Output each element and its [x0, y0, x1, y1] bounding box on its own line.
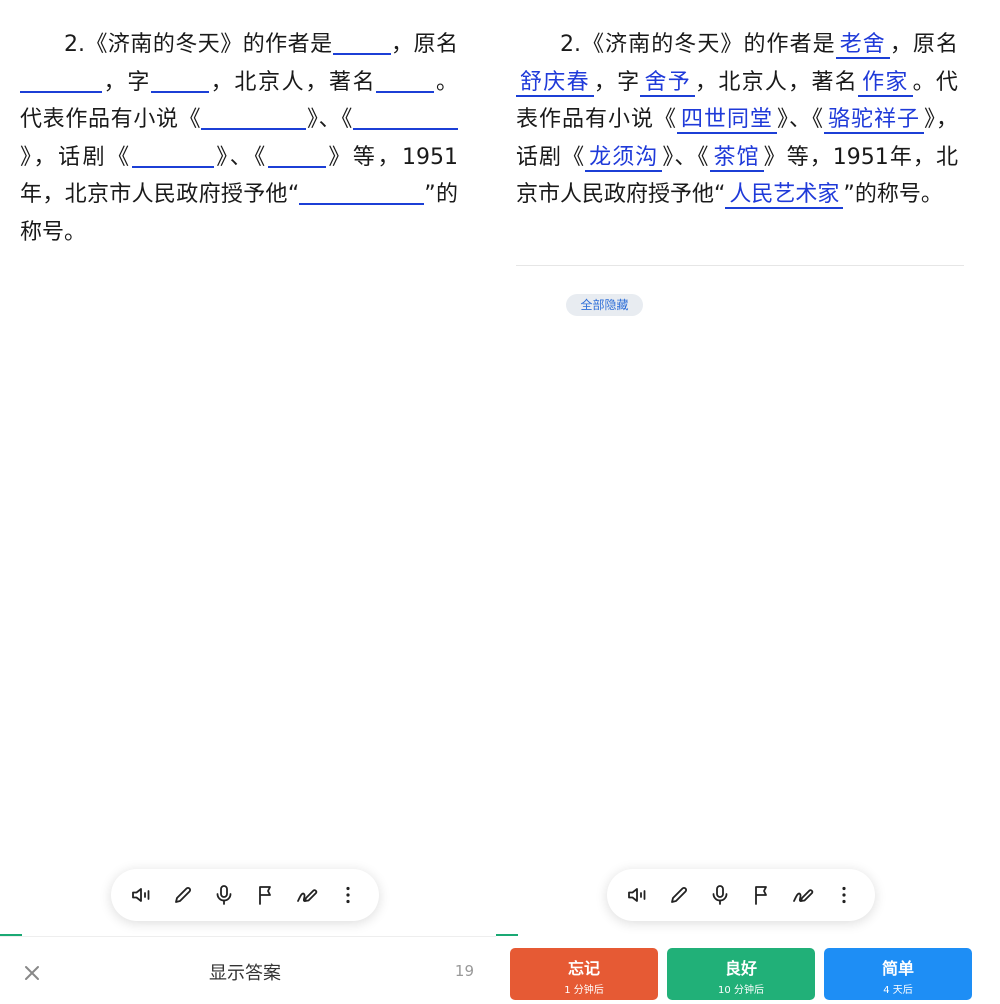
- pencil-icon[interactable]: [167, 879, 199, 911]
- question-fragment: ，原名: [390, 32, 458, 57]
- blank-novel2[interactable]: [353, 102, 458, 130]
- answer-honor[interactable]: 人民艺术家: [725, 182, 844, 209]
- question-panel: 2.《济南的冬天》的作者是 ，原名，字 ，北京人，著名 。代表作品有小说《 》、《》，话…: [0, 0, 496, 1004]
- question-fragment: 《济南的冬天》的作者是: [85, 32, 333, 57]
- answer-title[interactable]: 作家: [858, 69, 913, 97]
- question-fragment: ，字: [102, 69, 151, 95]
- blank-original-name[interactable]: [20, 65, 102, 93]
- question-fragment: ，原名: [889, 32, 958, 57]
- question-fragment: ，字: [593, 69, 641, 95]
- pen-icon[interactable]: [787, 879, 819, 911]
- easy-label: 简单: [881, 959, 914, 978]
- speaker-icon[interactable]: [622, 879, 654, 911]
- speaker-icon[interactable]: [126, 879, 158, 911]
- flag-icon[interactable]: [746, 879, 778, 911]
- hide-all-button[interactable]: 全部隐藏: [566, 294, 643, 316]
- forget-interval: 1 分钟后: [564, 985, 604, 996]
- question-fragment: 》、《: [776, 107, 824, 132]
- divider: [516, 265, 964, 266]
- blank-honor[interactable]: [299, 177, 425, 205]
- good-button[interactable]: 良好 10 分钟后: [667, 948, 815, 1000]
- answer-play2[interactable]: 茶馆: [709, 144, 764, 172]
- answer-panel: 2.《济南的冬天》的作者是 老舍 ，原名舒庆春 ，字 舍予 ，北京人，著名 作家 。代表作品有…: [496, 0, 1000, 1004]
- question-number: 2.: [560, 32, 581, 57]
- question-text: 2.《济南的冬天》的作者是 ，原名，字 ，北京人，著名 。代表作品有小说《 》、《》，话…: [20, 26, 458, 251]
- mic-icon[interactable]: [208, 879, 240, 911]
- forget-label: 忘记: [567, 959, 600, 978]
- answer-novel1[interactable]: 四世同堂: [676, 107, 777, 134]
- progress-accent: [496, 934, 518, 936]
- mic-icon[interactable]: [704, 879, 736, 911]
- pen-icon[interactable]: [291, 879, 323, 911]
- question-fragment: ”的称号。: [843, 182, 943, 207]
- easy-interval: 4 天后: [883, 985, 913, 996]
- question-fragment: 》、《: [213, 144, 268, 170]
- question-fragment: ，北京人，著名: [209, 69, 377, 95]
- good-interval: 10 分钟后: [718, 985, 764, 996]
- answer-novel2[interactable]: 骆驼祥子: [823, 107, 924, 134]
- floating-toolbar: [607, 869, 875, 921]
- flag-icon[interactable]: [250, 879, 282, 911]
- question-fragment: 》、《: [306, 107, 353, 132]
- answer-courtesy-name[interactable]: 舍予: [640, 69, 696, 97]
- answer-author[interactable]: 老舍: [835, 32, 890, 59]
- close-icon[interactable]: [22, 963, 42, 983]
- question-fragment: ，北京人，著名: [695, 69, 859, 95]
- card-count: 19: [454, 962, 474, 980]
- screen: 2.《济南的冬天》的作者是 ，原名，字 ，北京人，著名 。代表作品有小说《 》、《》，话…: [0, 0, 1000, 1004]
- blank-play1[interactable]: [131, 140, 214, 168]
- easy-button[interactable]: 简单 4 天后: [824, 948, 972, 1000]
- answer-text: 2.《济南的冬天》的作者是 老舍 ，原名舒庆春 ，字 舍予 ，北京人，著名 作家 。代表作品有…: [516, 26, 958, 214]
- more-icon[interactable]: [332, 879, 364, 911]
- show-answer-button[interactable]: 显示答案: [190, 959, 300, 985]
- blank-title[interactable]: [376, 65, 435, 93]
- good-label: 良好: [724, 959, 757, 978]
- blank-play2[interactable]: [267, 140, 326, 168]
- bottom-bar: 显示答案 19: [0, 936, 496, 1004]
- more-icon[interactable]: [828, 879, 860, 911]
- question-fragment: 》、《: [662, 144, 710, 170]
- floating-toolbar: [111, 869, 379, 921]
- blank-courtesy-name[interactable]: [151, 65, 209, 93]
- question-number: 2.: [64, 32, 85, 57]
- blank-author[interactable]: [332, 27, 391, 55]
- question-fragment: 》，话剧《: [20, 144, 132, 170]
- pencil-icon[interactable]: [663, 879, 695, 911]
- answer-original-name[interactable]: 舒庆春: [516, 69, 594, 97]
- blank-novel1[interactable]: [201, 102, 307, 130]
- forget-button[interactable]: 忘记 1 分钟后: [510, 948, 658, 1000]
- question-fragment: 《济南的冬天》的作者是: [581, 32, 836, 57]
- answer-play1[interactable]: 龙须沟: [585, 144, 663, 172]
